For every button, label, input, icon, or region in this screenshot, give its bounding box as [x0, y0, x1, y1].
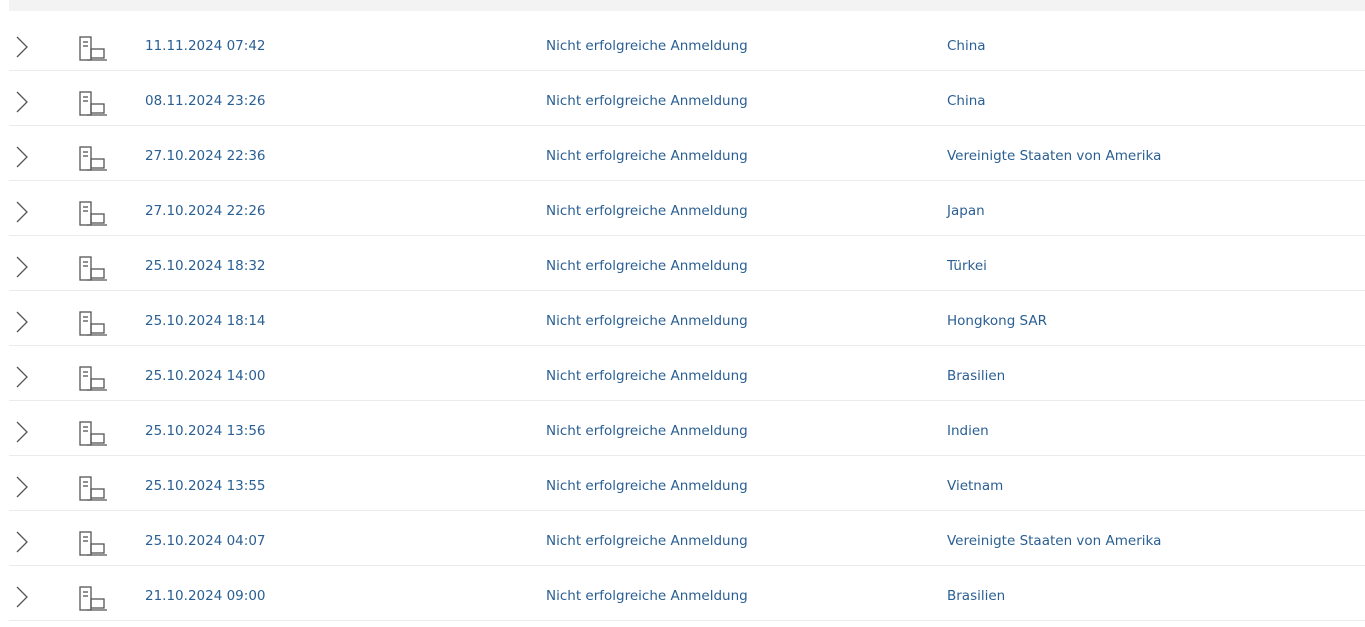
activity-row[interactable]: 21.10.2024 09:00 Nicht erfolgreiche Anme… [9, 566, 1365, 621]
activity-location: China [947, 38, 986, 54]
activity-location: China [947, 93, 986, 109]
activity-date: 25.10.2024 04:07 [145, 533, 266, 549]
computer-device-icon [79, 531, 107, 556]
computer-device-icon [79, 201, 107, 226]
activity-location: Indien [947, 423, 989, 439]
activity-location: Vietnam [947, 478, 1004, 494]
activity-type: Nicht erfolgreiche Anmeldung [546, 423, 748, 439]
chevron-right-icon[interactable] [15, 310, 29, 334]
activity-location: Hongkong SAR [947, 313, 1047, 329]
activity-row[interactable]: 11.11.2024 07:42 Nicht erfolgreiche Anme… [9, 16, 1365, 71]
activity-type: Nicht erfolgreiche Anmeldung [546, 368, 748, 384]
activity-date: 25.10.2024 18:14 [145, 313, 266, 329]
computer-device-icon [79, 476, 107, 501]
activity-date: 27.10.2024 22:26 [145, 203, 266, 219]
chevron-right-icon[interactable] [15, 35, 29, 59]
activity-row[interactable]: 25.10.2024 18:14 Nicht erfolgreiche Anme… [9, 291, 1365, 346]
computer-device-icon [79, 366, 107, 391]
activity-type: Nicht erfolgreiche Anmeldung [546, 93, 748, 109]
activity-row[interactable]: 25.10.2024 04:07 Nicht erfolgreiche Anme… [9, 511, 1365, 566]
header-band [9, 0, 1365, 11]
activity-row[interactable]: 27.10.2024 22:36 Nicht erfolgreiche Anme… [9, 126, 1365, 181]
computer-device-icon [79, 256, 107, 281]
activity-date: 25.10.2024 14:00 [145, 368, 266, 384]
chevron-right-icon[interactable] [15, 475, 29, 499]
activity-date: 25.10.2024 13:55 [145, 478, 266, 494]
activity-row[interactable]: 25.10.2024 13:55 Nicht erfolgreiche Anme… [9, 456, 1365, 511]
activity-location: Brasilien [947, 368, 1006, 384]
chevron-right-icon[interactable] [15, 255, 29, 279]
activity-row[interactable]: 27.10.2024 22:26 Nicht erfolgreiche Anme… [9, 181, 1365, 236]
activity-location: Vereinigte Staaten von Amerika [947, 533, 1162, 549]
activity-location: Japan [947, 203, 985, 219]
activity-type: Nicht erfolgreiche Anmeldung [546, 588, 748, 604]
activity-row[interactable]: 25.10.2024 14:00 Nicht erfolgreiche Anme… [9, 346, 1365, 401]
activity-row[interactable]: 25.10.2024 13:56 Nicht erfolgreiche Anme… [9, 401, 1365, 456]
activity-date: 08.11.2024 23:26 [145, 93, 266, 109]
computer-device-icon [79, 146, 107, 171]
activity-date: 21.10.2024 09:00 [145, 588, 266, 604]
activity-type: Nicht erfolgreiche Anmeldung [546, 478, 748, 494]
activity-type: Nicht erfolgreiche Anmeldung [546, 203, 748, 219]
computer-device-icon [79, 586, 107, 611]
activity-location: Vereinigte Staaten von Amerika [947, 148, 1162, 164]
chevron-right-icon[interactable] [15, 585, 29, 609]
chevron-right-icon[interactable] [15, 365, 29, 389]
chevron-right-icon[interactable] [15, 200, 29, 224]
activity-date: 11.11.2024 07:42 [145, 38, 266, 54]
activity-row[interactable]: 08.11.2024 23:26 Nicht erfolgreiche Anme… [9, 71, 1365, 126]
activity-date: 25.10.2024 18:32 [145, 258, 266, 274]
chevron-right-icon[interactable] [15, 145, 29, 169]
activity-location: Brasilien [947, 588, 1006, 604]
activity-location: Türkei [947, 258, 987, 274]
activity-type: Nicht erfolgreiche Anmeldung [546, 533, 748, 549]
activity-type: Nicht erfolgreiche Anmeldung [546, 258, 748, 274]
computer-device-icon [79, 91, 107, 116]
activity-type: Nicht erfolgreiche Anmeldung [546, 313, 748, 329]
computer-device-icon [79, 311, 107, 336]
activity-row[interactable]: 25.10.2024 18:32 Nicht erfolgreiche Anme… [9, 236, 1365, 291]
computer-device-icon [79, 421, 107, 446]
computer-device-icon [79, 36, 107, 61]
chevron-right-icon[interactable] [15, 90, 29, 114]
activity-date: 25.10.2024 13:56 [145, 423, 266, 439]
chevron-right-icon[interactable] [15, 530, 29, 554]
activity-date: 27.10.2024 22:36 [145, 148, 266, 164]
chevron-right-icon[interactable] [15, 420, 29, 444]
activity-type: Nicht erfolgreiche Anmeldung [546, 38, 748, 54]
activity-list: 11.11.2024 07:42 Nicht erfolgreiche Anme… [9, 16, 1365, 621]
activity-type: Nicht erfolgreiche Anmeldung [546, 148, 748, 164]
